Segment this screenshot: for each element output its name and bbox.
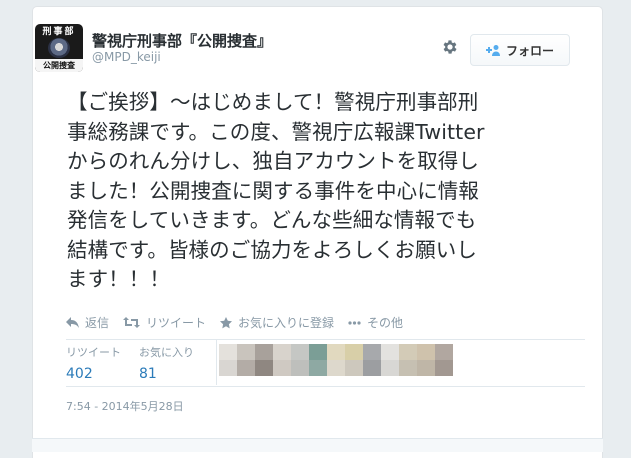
blurred-avatar-block[interactable] [435, 344, 453, 360]
tweet-line: 発信をしていきます。どんな些細な情報でも [67, 208, 477, 232]
avatar[interactable]: 刑事部 公開捜査 [35, 24, 83, 72]
tweet-text: 【ご挨拶】～はじめまして！警視庁刑事部刑 事総務課です。この度、警視庁広報課Tw… [67, 88, 587, 295]
blurred-avatar-block[interactable] [417, 344, 435, 360]
add-user-icon [485, 44, 500, 56]
favorite-button[interactable]: お気に入りに登録 [220, 314, 334, 331]
retweet-button[interactable]: リツイート [123, 314, 206, 331]
favorites-count[interactable]: 81 [139, 364, 194, 384]
more-dots-icon [348, 320, 361, 325]
blurred-avatar-block[interactable] [273, 360, 291, 376]
favorite-stat[interactable]: お気に入り 81 [139, 346, 194, 384]
divider [216, 340, 217, 385]
follow-button-label: フォロー [505, 43, 554, 58]
blurred-avatar-block[interactable] [435, 360, 453, 376]
blurred-avatar-block[interactable] [363, 344, 381, 360]
more-label: その他 [367, 316, 404, 330]
account-name[interactable]: 警視庁刑事部『公開捜査』 [92, 30, 272, 51]
blurred-avatar-block[interactable] [219, 344, 237, 360]
blurred-avatar-block[interactable] [309, 344, 327, 360]
blurred-avatar-block[interactable] [399, 344, 417, 360]
gear-icon[interactable] [441, 38, 459, 56]
account-handle[interactable]: @MPD_keiji [92, 50, 161, 64]
blurred-avatar-block[interactable] [381, 360, 399, 376]
retweets-label: リツイート [66, 346, 121, 359]
blurred-avatar-block[interactable] [363, 360, 381, 376]
blurred-avatar-block[interactable] [255, 360, 273, 376]
avatar-top-text: 刑事部 [42, 27, 76, 37]
divider [66, 386, 585, 387]
star-icon [220, 316, 233, 329]
blurred-avatar-block[interactable] [291, 344, 309, 360]
blurred-avatar-block[interactable] [399, 360, 417, 376]
blurred-avatar-block[interactable] [237, 344, 255, 360]
blurred-user-avatars [219, 344, 453, 376]
blurred-avatar-block[interactable] [291, 360, 309, 376]
blurred-avatar-block[interactable] [327, 360, 345, 376]
blurred-avatar-block[interactable] [219, 360, 237, 376]
retweet-label: リツイート [146, 316, 207, 330]
blurred-avatar-block[interactable] [381, 344, 399, 360]
more-button[interactable]: その他 [348, 314, 403, 331]
tweet-line: 結構です。皆様のご協力をよろしくお願いし [67, 237, 477, 262]
reply-button[interactable]: 返信 [66, 314, 109, 331]
tweet-line: ました！公開捜査に関する事件を中心に情報 [67, 178, 479, 203]
favorite-label: お気に入りに登録 [238, 316, 335, 330]
reply-label: 返信 [85, 316, 110, 330]
blurred-avatar-block[interactable] [327, 344, 345, 360]
blurred-avatar-block[interactable] [417, 360, 435, 376]
blurred-avatar-block[interactable] [309, 360, 327, 376]
blurred-avatar-block[interactable] [237, 360, 255, 376]
tweet-line: ます！！！ [67, 267, 170, 291]
blurred-avatar-block[interactable] [345, 344, 363, 360]
tweet-line: 事総務課です。この度、警視庁広報課Twitter [67, 119, 485, 144]
reply-area [32, 438, 603, 452]
follow-button[interactable]: フォロー [470, 34, 570, 66]
tweet-actions: 返信 リツイート お気に入りに登録 その他 [66, 314, 417, 331]
favorites-label: お気に入り [139, 346, 194, 359]
tweet-timestamp[interactable]: 7:54 - 2014年5月28日 [66, 398, 184, 414]
reply-icon [66, 317, 79, 328]
police-emblem-icon [48, 38, 70, 58]
tweet-line: からのれん分けし、独自アカウントを取得し [67, 149, 479, 173]
tweet-line: 【ご挨拶】～はじめまして！警視庁刑事部刑 [67, 90, 479, 114]
blurred-avatar-block[interactable] [255, 344, 273, 360]
retweets-count[interactable]: 402 [66, 364, 121, 384]
avatar-bottom-text: 公開捜査 [35, 59, 83, 72]
blurred-avatar-block[interactable] [345, 360, 363, 376]
divider [66, 339, 585, 340]
blurred-avatar-block[interactable] [273, 344, 291, 360]
retweet-icon [123, 317, 141, 328]
tweet-stats: リツイート 402 お気に入り 81 [66, 346, 212, 384]
retweet-stat[interactable]: リツイート 402 [66, 346, 121, 384]
